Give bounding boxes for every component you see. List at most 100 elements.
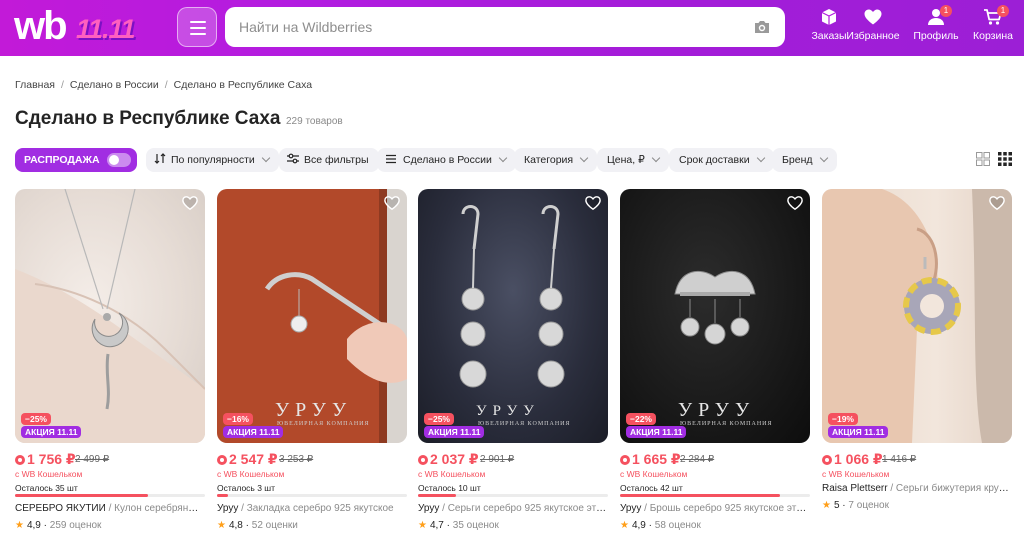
user-icon: 1 [926,5,952,26]
promo-badge: АКЦИЯ 11.11 [21,426,82,438]
grid-small-icon[interactable] [998,152,1012,166]
brand-watermark: УРУУ [678,399,756,421]
breadcrumb: Главная / Сделано в России / Сделано в Респу… [15,79,312,91]
wildberries-logo[interactable]: wb 11.11 [14,4,164,50]
promo-badge: АКЦИЯ 11.11 [828,426,889,438]
product-image[interactable]: −25% АКЦИЯ 11.11 [15,189,205,443]
nav-favorites[interactable]: Избранное [846,8,900,48]
price-filter[interactable]: Цена, ₽ [597,148,669,172]
price: 1 665 ₽ [632,451,681,467]
price: 1 756 ₽ [27,451,76,467]
rating-value: 4,9 [631,520,646,531]
rating-value: 5 [833,500,840,511]
delivery-filter[interactable]: Срок доставки [669,148,774,172]
favorite-heart-icon[interactable] [383,195,401,211]
breadcrumb-current[interactable]: Сделано в Республике Саха [174,79,312,91]
nav-profile[interactable]: 1 Профиль [909,5,963,48]
necklace-photo [15,189,205,443]
favorite-heart-icon[interactable] [786,195,804,211]
product-name[interactable]: Уруу / Брошь серебро 925 якутское этниче… [620,503,810,517]
product-card[interactable]: −25% АКЦИЯ 11.11 1 756 ₽ 2 499 ₽ с WB Ко… [15,189,205,534]
rating: ★ 4,8 · 52 оценки [217,520,298,531]
discount-badge: −25% [424,413,454,425]
price: 2 547 ₽ [229,451,278,467]
all-filters-button[interactable]: Все фильтры [279,148,379,172]
price-row: 1 756 ₽ 2 499 ₽ [15,451,205,469]
search-placeholder: Найти на Wildberries [239,19,373,35]
old-price: 3 253 ₽ [279,454,314,465]
discount-badge: −19% [828,413,858,425]
breadcrumb-made-in-russia[interactable]: Сделано в России [70,79,159,91]
logo-text: wb [14,4,68,48]
product-name[interactable]: Уруу / Закладка серебро 925 якутское [217,503,407,517]
product-image[interactable]: УРУУ ЮВЕЛИРНАЯ КОМПАНИЯ −22% АКЦИЯ 11.11 [620,189,810,443]
sort-dropdown[interactable]: По популярности [146,148,279,172]
rating-value: 4,8 [228,520,243,531]
product-card[interactable]: УРУУ ЮВЕЛИРНАЯ КОМПАНИЯ −16% АКЦИЯ 11.11… [217,189,407,534]
rating-value: 4,9 [26,520,41,531]
product-image[interactable]: УРУУ ЮВЕЛИРНАЯ КОМПАНИЯ −25% АКЦИЯ 11.11 [418,189,608,443]
stock-bar [15,494,205,497]
grid-large-icon[interactable] [976,152,990,166]
wallet-note: с WB Кошельком [15,469,83,479]
logo-sale-text: 11.11 [76,14,136,44]
menu-icon [190,21,206,23]
wallet-icon [822,455,832,465]
stock-left: Осталось 10 шт [418,483,481,493]
wallet-note: с WB Кошельком [822,469,890,479]
stock-bar-fill [217,494,229,497]
category-filter[interactable]: Категория [514,148,598,172]
made-in-label: Сделано в России [403,154,492,166]
wallet-icon [620,455,630,465]
chevron-down-icon [756,153,765,163]
product-image[interactable]: УРУУ ЮВЕЛИРНАЯ КОМПАНИЯ −16% АКЦИЯ 11.11 [217,189,407,443]
menu-icon-line [190,27,206,29]
reviews-count: 35 оценок [452,520,499,531]
favorite-heart-icon[interactable] [181,195,199,211]
product-brand: Уруу [418,503,440,514]
brand-watermark-sub: ЮВЕЛИРНАЯ КОМПАНИЯ [680,421,773,427]
stock-bar-fill [15,494,148,497]
reviews-count: 259 оценок [49,520,102,531]
chevron-down-icon [261,153,270,163]
toggle-switch[interactable] [107,153,131,167]
favorite-heart-icon[interactable] [988,195,1006,211]
filter-icon [287,153,299,164]
reviews-count: 7 оценок [848,500,889,511]
breadcrumb-separator: / [164,79,168,91]
camera-icon[interactable] [753,18,771,36]
breadcrumb-home[interactable]: Главная [15,79,55,91]
reviews-count: 58 оценок [654,520,701,531]
menu-button[interactable] [177,7,217,47]
old-price: 2 499 ₽ [75,454,110,465]
product-brand: Raisa Plettserr [822,483,888,494]
search-field[interactable]: Найти на Wildberries [225,7,785,47]
reviews-count: 52 оценки [251,520,298,531]
price-filter-label: Цена, ₽ [607,154,645,166]
heart-icon [864,9,882,25]
product-image[interactable]: −19% АКЦИЯ 11.11 [822,189,1012,443]
made-in-filter[interactable]: Сделано в России [377,148,516,172]
promo-badge: АКЦИЯ 11.11 [424,426,485,438]
discount-badge: −16% [223,413,253,425]
stock-left: Осталось 35 шт [15,483,78,493]
favorite-heart-icon[interactable] [584,195,602,211]
product-card[interactable]: −19% АКЦИЯ 11.11 1 066 ₽ 1 416 ₽ с WB Ко… [822,189,1012,534]
breadcrumb-separator: / [60,79,64,91]
brand-label: Бренд [782,154,813,166]
header: wb 11.11 Найти на Wildberries Заказы Изб… [0,0,1024,56]
wallet-note: с WB Кошельком [620,469,688,479]
product-name[interactable]: Уруу / Серьги серебро 925 якутское этнич… [418,503,608,517]
product-name[interactable]: СЕРЕБРО ЯКУТИИ / Кулон серебряный с кошк… [15,503,205,517]
product-name[interactable]: Raisa Plettserr / Серьги бижутерия кругл… [822,483,1012,497]
product-card[interactable]: УРУУ ЮВЕЛИРНАЯ КОМПАНИЯ −25% АКЦИЯ 11.11… [418,189,608,534]
product-desc: / Серьги бижутерия круглые [887,483,1012,494]
sale-filter-toggle[interactable]: РАСПРОДАЖА [15,148,137,172]
wallet-note: с WB Кошельком [217,469,285,479]
brand-filter[interactable]: Бренд [772,148,837,172]
nav-cart[interactable]: 1 Корзина [966,5,1020,48]
product-card[interactable]: УРУУ ЮВЕЛИРНАЯ КОМПАНИЯ −22% АКЦИЯ 11.11… [620,189,810,534]
star-icon: ★ [15,520,24,531]
rating: ★ 4,7 · 35 оценок [418,520,499,531]
chevron-down-icon [498,153,508,163]
